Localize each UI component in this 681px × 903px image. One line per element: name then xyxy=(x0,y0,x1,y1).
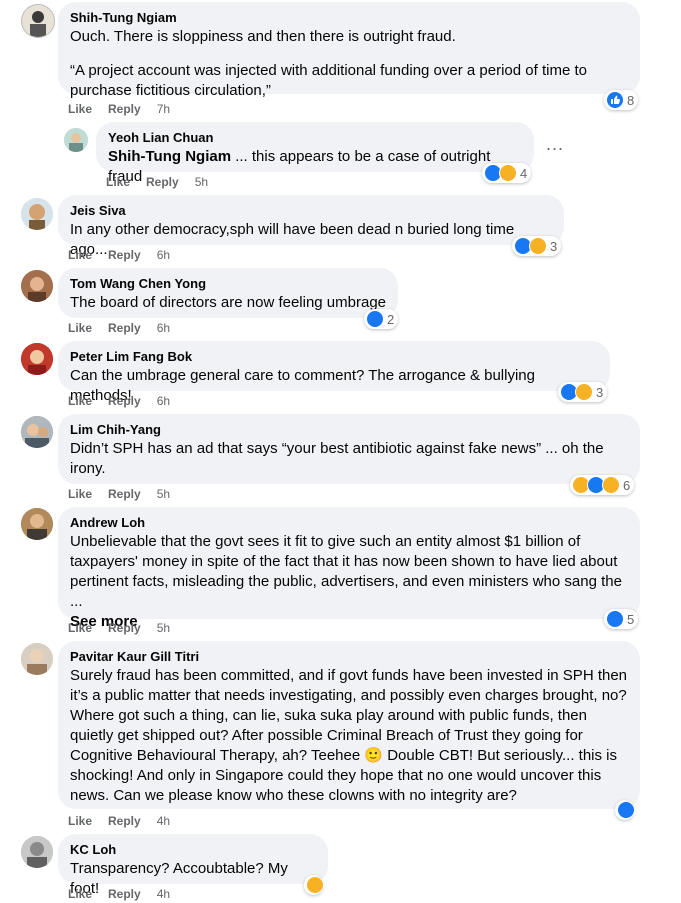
like-link[interactable]: Like xyxy=(68,320,92,336)
avatar[interactable] xyxy=(21,270,53,302)
reply-link[interactable]: Reply xyxy=(108,247,141,263)
like-link[interactable]: Like xyxy=(68,486,92,502)
timestamp[interactable]: 6h xyxy=(157,320,170,336)
reaction-summary[interactable]: 5 xyxy=(604,609,639,629)
reaction-summary[interactable] xyxy=(304,875,324,895)
comment-bubble: Lim Chih-Yang Didn’t SPH has an ad that … xyxy=(58,414,640,484)
comment-text: The board of directors are now feeling u… xyxy=(70,294,387,311)
comment-bubble: Jeis Siva In any other democracy,sph wil… xyxy=(58,195,564,258)
reply-link[interactable]: Reply xyxy=(108,393,141,409)
comment-actions: Like Reply 6h xyxy=(68,320,170,336)
reply-link[interactable]: Reply xyxy=(108,320,141,336)
comment-author[interactable]: Jeis Siva xyxy=(70,203,552,219)
comment-actions: Like Reply 4h xyxy=(68,886,170,902)
like-link[interactable]: Like xyxy=(106,174,130,190)
comment-bubble: Pavitar Kaur Gill Titri Surely fraud has… xyxy=(58,641,640,809)
comment-text: Ouch. There is sloppiness and then there… xyxy=(70,27,628,101)
sad-reaction-icon xyxy=(575,383,593,401)
comment-bubble: Shih-Tung Ngiam Ouch. There is sloppines… xyxy=(58,2,640,99)
reaction-count: 8 xyxy=(627,92,635,108)
comment-bubble: Yeoh Lian Chuan Shih-Tung Ngiam ... this… xyxy=(96,122,534,185)
reaction-count: 3 xyxy=(596,384,604,400)
like-reaction-icon xyxy=(606,91,624,109)
comment-author[interactable]: Peter Lim Fang Bok xyxy=(70,349,598,365)
comment-author[interactable]: KC Loh xyxy=(70,842,316,858)
comment-actions: Like Reply 6h xyxy=(68,393,170,409)
comment-bubble: Andrew Loh Unbelievable that the govt se… xyxy=(58,507,640,630)
reaction-count: 5 xyxy=(627,611,635,627)
like-link[interactable]: Like xyxy=(68,393,92,409)
reaction-count: 2 xyxy=(387,311,395,327)
sad-reaction-icon xyxy=(499,164,517,182)
comment-actions: Like Reply 5h xyxy=(106,174,208,190)
reaction-count: 3 xyxy=(550,238,558,254)
comment-bubble: Tom Wang Chen Yong The board of director… xyxy=(58,268,398,318)
avatar[interactable] xyxy=(21,643,53,675)
reaction-summary[interactable]: 3 xyxy=(558,382,608,402)
avatar[interactable] xyxy=(21,416,53,448)
comment-author[interactable]: Tom Wang Chen Yong xyxy=(70,276,386,292)
comment-actions: Like Reply 5h xyxy=(68,486,170,502)
timestamp[interactable]: 4h xyxy=(157,813,170,829)
reply-link[interactable]: Reply xyxy=(108,101,141,117)
comment-author[interactable]: Lim Chih-Yang xyxy=(70,422,628,438)
more-options-icon[interactable]: ... xyxy=(546,134,564,155)
comment-actions: Like Reply 7h xyxy=(68,101,170,117)
comment-author[interactable]: Andrew Loh xyxy=(70,515,628,531)
comment-text: Didn’t SPH has an ad that says “your bes… xyxy=(70,440,604,477)
timestamp[interactable]: 5h xyxy=(157,486,170,502)
comment-author[interactable]: Pavitar Kaur Gill Titri xyxy=(70,649,628,665)
like-link[interactable]: Like xyxy=(68,247,92,263)
comment-actions: Like Reply 5h xyxy=(68,620,170,636)
sad-reaction-icon xyxy=(602,476,620,494)
like-reaction-icon xyxy=(617,801,635,819)
reaction-count: 6 xyxy=(623,477,631,493)
timestamp[interactable]: 5h xyxy=(195,174,208,190)
avatar[interactable] xyxy=(21,4,55,38)
reply-link[interactable]: Reply xyxy=(108,486,141,502)
comment-author[interactable]: Shih-Tung Ngiam xyxy=(70,10,628,26)
comment-line: “A project account was injected with add… xyxy=(70,62,587,99)
comment-bubble: KC Loh Transparency? Accoubtable? My foo… xyxy=(58,834,328,897)
like-reaction-icon xyxy=(366,310,384,328)
timestamp[interactable]: 5h xyxy=(157,620,170,636)
comment-text: Unbelievable that the govt sees it fit t… xyxy=(70,532,628,632)
sad-reaction-icon xyxy=(306,876,324,894)
reaction-summary[interactable]: 3 xyxy=(512,236,562,256)
avatar[interactable] xyxy=(64,128,88,152)
like-link[interactable]: Like xyxy=(68,813,92,829)
reaction-summary[interactable]: 6 xyxy=(570,475,635,495)
comment-bubble: Peter Lim Fang Bok Can the umbrage gener… xyxy=(58,341,610,404)
sad-reaction-icon xyxy=(529,237,547,255)
avatar[interactable] xyxy=(21,198,53,230)
timestamp[interactable]: 7h xyxy=(157,101,170,117)
timestamp[interactable]: 6h xyxy=(157,393,170,409)
avatar[interactable] xyxy=(21,508,53,540)
comment-actions: Like Reply 4h xyxy=(68,813,170,829)
reaction-summary[interactable]: 2 xyxy=(364,309,399,329)
reaction-summary[interactable]: 8 xyxy=(604,90,639,110)
mention-link[interactable]: Shih-Tung Ngiam xyxy=(108,148,231,165)
reply-link[interactable]: Reply xyxy=(108,620,141,636)
comment-actions: Like Reply 6h xyxy=(68,247,170,263)
reaction-summary[interactable] xyxy=(615,800,635,820)
like-link[interactable]: Like xyxy=(68,620,92,636)
reply-link[interactable]: Reply xyxy=(108,813,141,829)
like-link[interactable]: Like xyxy=(68,101,92,117)
comment-author[interactable]: Yeoh Lian Chuan xyxy=(108,130,522,146)
timestamp[interactable]: 6h xyxy=(157,247,170,263)
reaction-count: 4 xyxy=(520,165,528,181)
reply-link[interactable]: Reply xyxy=(108,886,141,902)
avatar[interactable] xyxy=(21,343,53,375)
like-link[interactable]: Like xyxy=(68,886,92,902)
comment-text: Surely fraud has been committed, and if … xyxy=(70,667,628,804)
comment-line: Ouch. There is sloppiness and then there… xyxy=(70,28,456,45)
comment-line: Unbelievable that the govt sees it fit t… xyxy=(70,533,622,610)
avatar[interactable] xyxy=(21,836,53,868)
timestamp[interactable]: 4h xyxy=(157,886,170,902)
reply-link[interactable]: Reply xyxy=(146,174,179,190)
reaction-summary[interactable]: 4 xyxy=(482,163,532,183)
like-reaction-icon xyxy=(606,610,624,628)
